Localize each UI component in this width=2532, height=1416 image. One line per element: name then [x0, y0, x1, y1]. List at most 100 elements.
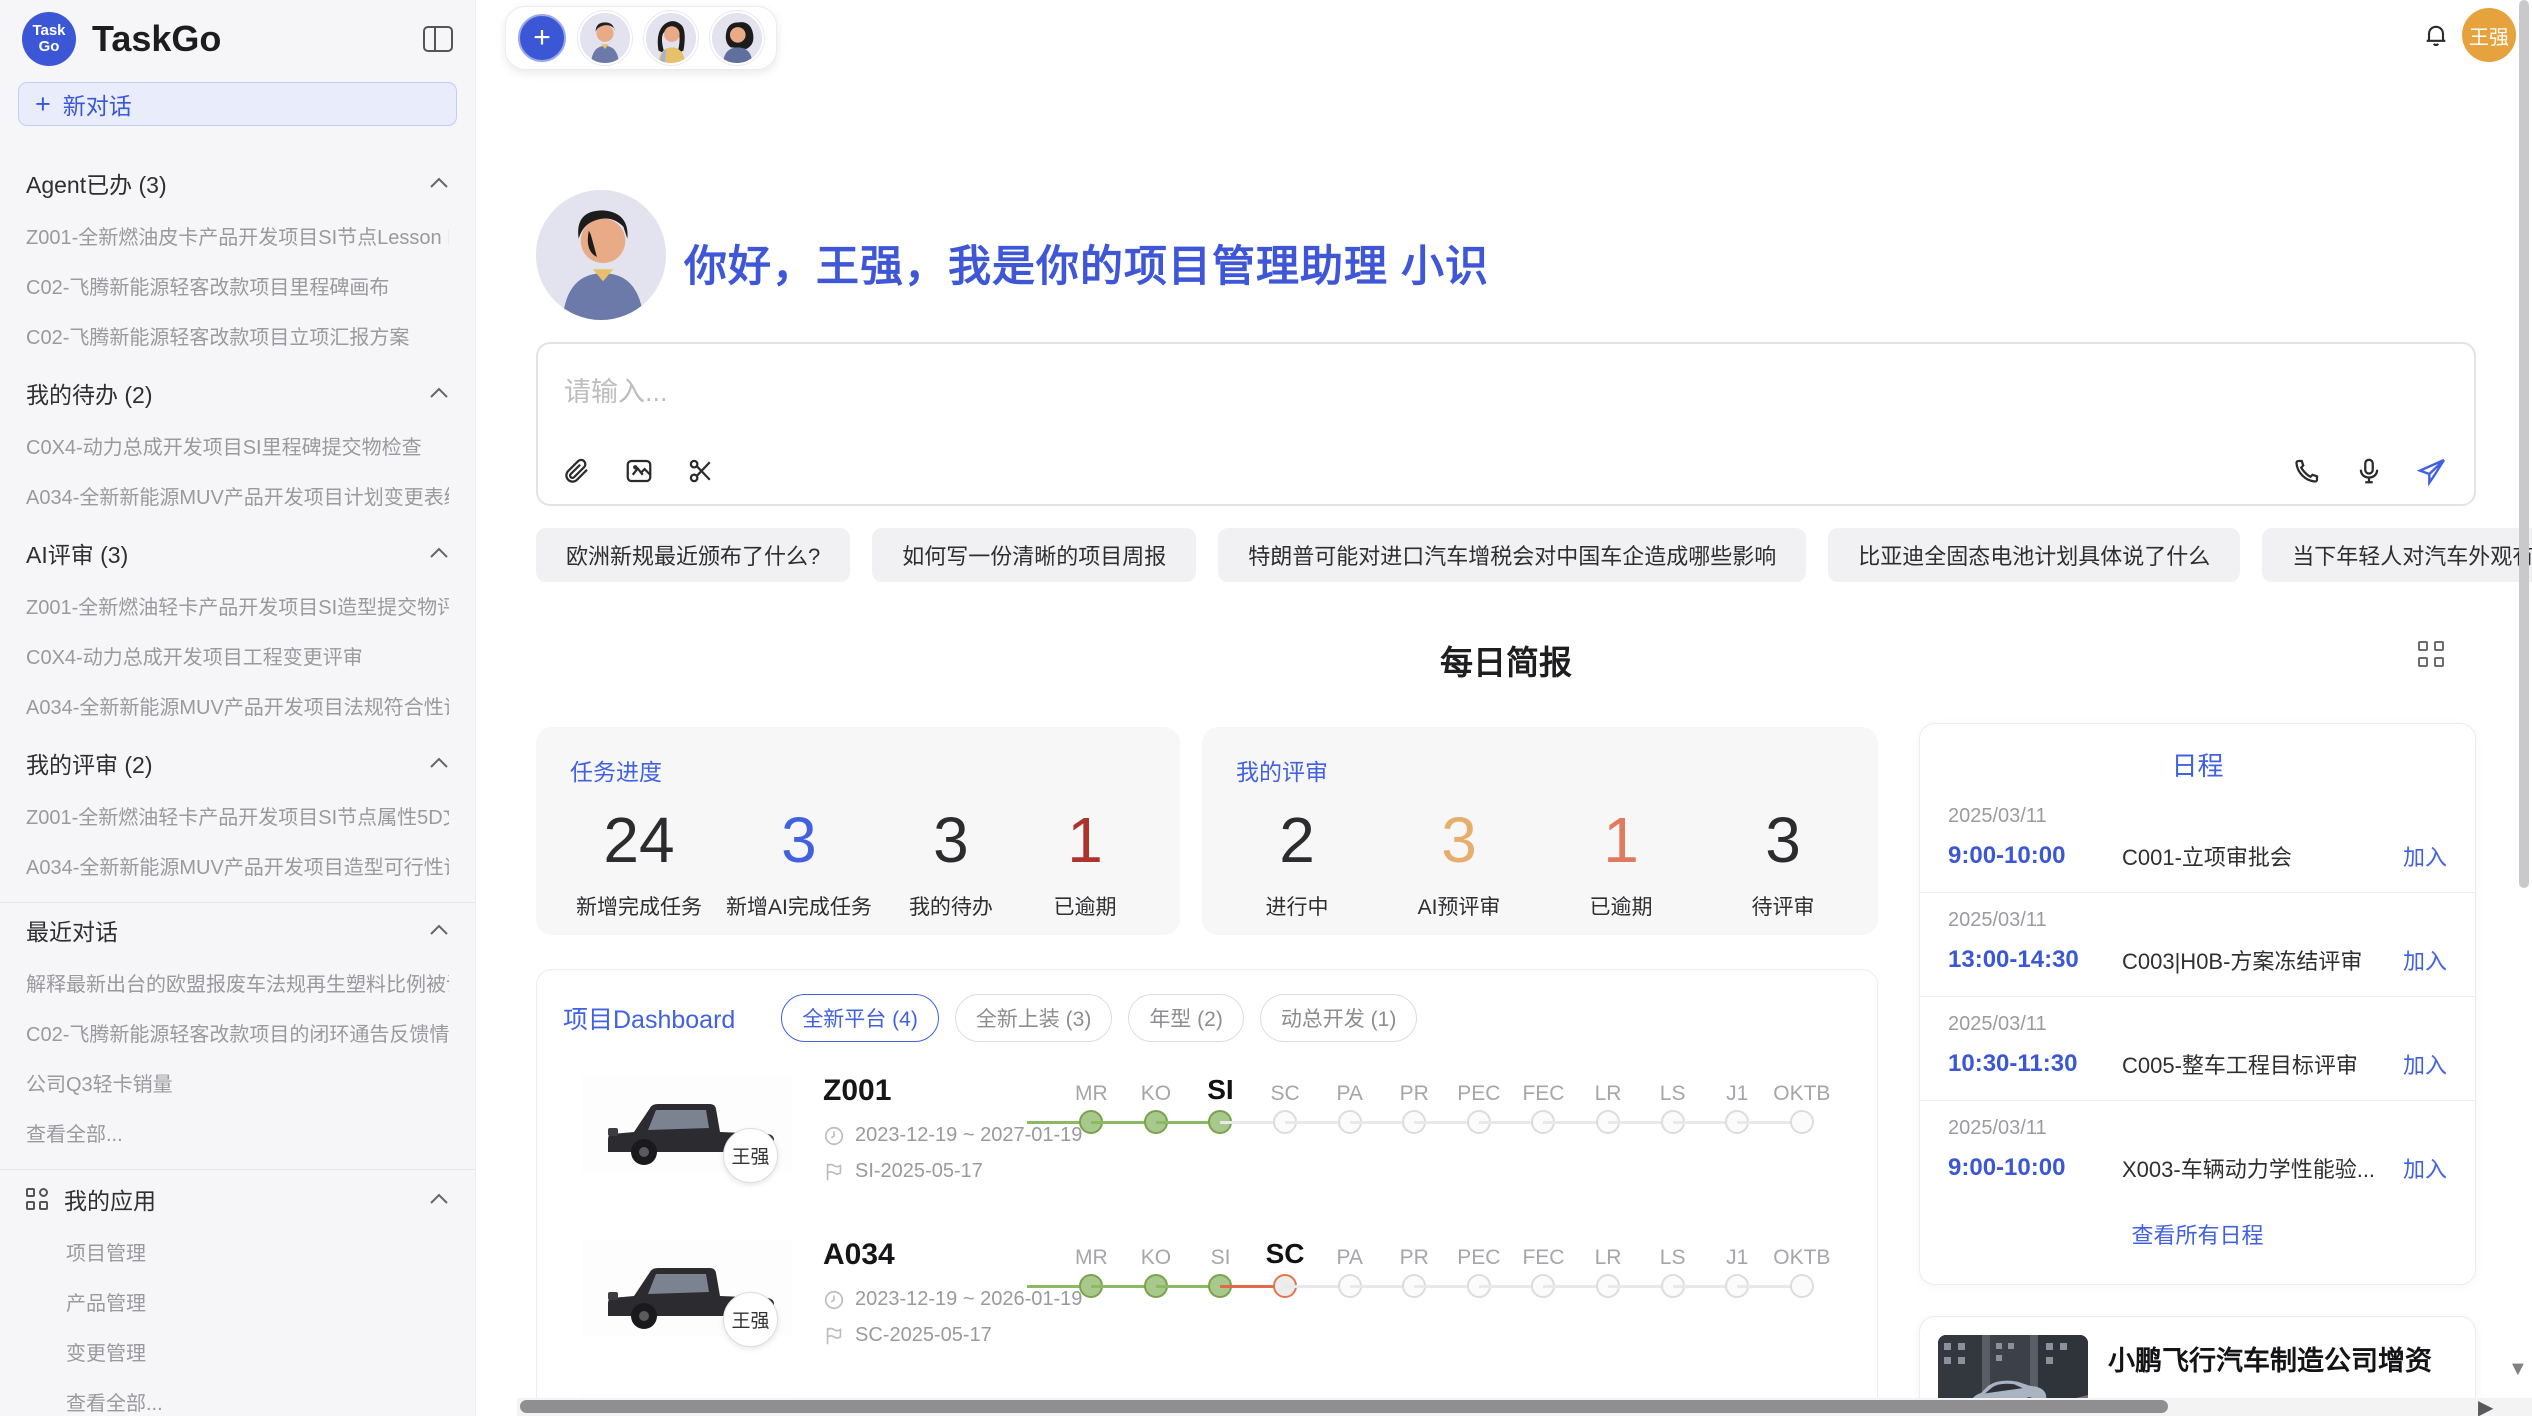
- app-item[interactable]: 变更管理: [26, 1337, 449, 1366]
- dashboard-tabs: 全新平台 (4) 全新上装 (3) 年型 (2) 动总开发 (1): [781, 994, 1417, 1042]
- dashboard-filter-tab[interactable]: 年型 (2): [1128, 994, 1244, 1042]
- sidebar-task-item[interactable]: A034-全新新能源MUV产品开发项目计划变更表编写: [26, 481, 449, 510]
- milestone-rail: [1447, 1270, 1512, 1306]
- milestone: PR: [1382, 1232, 1447, 1306]
- date-range-text: 2023-12-19 ~ 2026-01-19: [855, 1288, 1082, 1311]
- stat-label: AI预评审: [1404, 891, 1514, 921]
- scroll-down-arrow[interactable]: ▼: [2508, 1358, 2528, 1381]
- session-switcher: +: [505, 6, 777, 70]
- dashboard-filter-tab[interactable]: 全新上装 (3): [955, 994, 1113, 1042]
- schedule-event-name: X003-车辆动力学性能验...: [2122, 1152, 2403, 1184]
- assistant-greeting: 你好，王强，我是你的项目管理助理 小识: [684, 232, 1489, 294]
- dashboard-filter-tab[interactable]: 全新平台 (4): [781, 994, 939, 1042]
- project-row-z001[interactable]: 王强 Z001 2023-12-19 ~ 2027-01-19 SI-2025-…: [561, 1066, 1853, 1226]
- send-icon[interactable]: [2416, 456, 2448, 488]
- notification-bell-icon[interactable]: [2422, 20, 2450, 50]
- milestone-rail: [1317, 1270, 1382, 1306]
- recent-chat-item[interactable]: 查看全部...: [26, 1118, 449, 1147]
- sidebar-collapse-icon[interactable]: [423, 26, 453, 52]
- app-item[interactable]: 查看全部...: [26, 1387, 449, 1416]
- image-icon[interactable]: [624, 456, 656, 488]
- section-title: 我的待办 (2): [26, 376, 153, 410]
- section-header[interactable]: 最近对话: [26, 913, 449, 947]
- milestone: FEC: [1511, 1068, 1576, 1142]
- stat-label: 我的待办: [896, 891, 1006, 921]
- schedule-time: 9:00-10:00: [1948, 842, 2098, 870]
- team-avatar-2[interactable]: [644, 11, 698, 65]
- my-review-card: 我的评审 2 进行中 3 AI预评审 1 已逾期 3: [1202, 727, 1878, 935]
- section-header[interactable]: AI评审 (3): [26, 536, 449, 570]
- recent-chat-item[interactable]: 公司Q3轻卡销量: [26, 1068, 449, 1097]
- project-row-a034[interactable]: 王强 A034 2023-12-19 ~ 2026-01-19 SC-2025-…: [561, 1230, 1853, 1390]
- suggestion-chip[interactable]: 当下年轻人对汽车外观有怎样的喜好趋势: [2262, 528, 2532, 582]
- stat-item: 3 我的待办: [896, 805, 1006, 921]
- sidebar-task-item[interactable]: Z001-全新燃油轻卡产品开发项目SI节点属性5D文件评审: [26, 801, 449, 830]
- task-progress-card: 任务进度 24 新增完成任务 3 新增AI完成任务 3 我的待办: [536, 727, 1180, 935]
- milestone-label: PEC: [1447, 1068, 1512, 1106]
- milestone-rail: [1253, 1106, 1318, 1142]
- sidebar-task-item[interactable]: A034-全新新能源MUV产品开发项目造型可行性评审: [26, 851, 449, 880]
- stat-label: 进行中: [1242, 891, 1352, 921]
- new-chat-button[interactable]: + 新对话: [18, 82, 457, 126]
- project-flag-milestone: SI-2025-05-17: [823, 1160, 983, 1183]
- view-all-schedule-link[interactable]: 查看所有日程: [1920, 1204, 2475, 1264]
- sidebar-task-item[interactable]: Z001-全新燃油皮卡产品开发项目SI节点Lesson Learn报告: [26, 221, 449, 250]
- team-avatar-3[interactable]: [710, 11, 764, 65]
- vertical-scrollbar-thumb[interactable]: [2519, 0, 2529, 888]
- app-items: 项目管理产品管理变更管理查看全部...: [26, 1237, 449, 1416]
- owner-name: 王强: [731, 1142, 769, 1169]
- section-header[interactable]: Agent已办 (3): [26, 166, 449, 200]
- recent-chat-item[interactable]: 解释最新出台的欧盟报废车法规再生塑料比例被调至15%...: [26, 968, 449, 997]
- sidebar-task-item[interactable]: Z001-全新燃油轻卡产品开发项目SI造型提交物评审: [26, 591, 449, 620]
- chevron-up-icon: [429, 757, 449, 769]
- app-item[interactable]: 产品管理: [26, 1287, 449, 1316]
- chat-input[interactable]: [538, 344, 2474, 436]
- suggestion-chip[interactable]: 如何写一份清晰的项目周报: [872, 528, 1196, 582]
- milestone-label: PEC: [1447, 1232, 1512, 1270]
- milestone-node[interactable]: [1790, 1274, 1814, 1298]
- attachment-icon[interactable]: [562, 456, 594, 488]
- horizontal-scrollbar-thumb[interactable]: [520, 1400, 2168, 1413]
- milestone-rail: [1511, 1106, 1576, 1142]
- section-header[interactable]: 我的待办 (2): [26, 376, 449, 410]
- phone-icon[interactable]: [2292, 456, 2324, 488]
- logo-line2: Go: [39, 39, 60, 55]
- milestone-node[interactable]: [1790, 1110, 1814, 1134]
- dashboard-filter-tab[interactable]: 动总开发 (1): [1260, 994, 1418, 1042]
- microphone-icon[interactable]: [2354, 456, 2386, 488]
- scissors-icon[interactable]: [686, 456, 718, 488]
- milestone-label: J1: [1705, 1232, 1770, 1270]
- my-apps-header[interactable]: 我的应用: [26, 1182, 449, 1216]
- schedule-event-name: C005-整车工程目标评审: [2122, 1048, 2403, 1080]
- milestone-track: MR KO: [1059, 1068, 1834, 1142]
- join-meeting-link[interactable]: 加入: [2403, 840, 2447, 872]
- milestone-label: SC: [1253, 1232, 1318, 1270]
- milestone-label: PR: [1382, 1232, 1447, 1270]
- recent-chat-item[interactable]: C02-飞腾新能源轻客改款项目的闭环通告反馈情况: [26, 1018, 449, 1047]
- stat-value: 3: [1728, 805, 1838, 875]
- join-meeting-link[interactable]: 加入: [2403, 1152, 2447, 1184]
- sidebar-task-item[interactable]: C0X4-动力总成开发项目SI里程碑提交物检查: [26, 431, 449, 460]
- suggestion-chip[interactable]: 特朗普可能对进口汽车增税会对中国车企造成哪些影响: [1218, 528, 1806, 582]
- add-session-button[interactable]: +: [518, 14, 566, 62]
- app-item[interactable]: 项目管理: [26, 1237, 449, 1266]
- sidebar-task-item[interactable]: C02-飞腾新能源轻客改款项目立项汇报方案: [26, 321, 449, 350]
- sidebar-task-item[interactable]: A034-全新新能源MUV产品开发项目法规符合性评审: [26, 691, 449, 720]
- stat-label: 已逾期: [1030, 891, 1140, 921]
- task-progress-title: 任务进度: [570, 753, 1146, 787]
- sidebar-task-item[interactable]: C02-飞腾新能源轻客改款项目里程碑画布: [26, 271, 449, 300]
- suggestion-chip[interactable]: 比亚迪全固态电池计划具体说了什么: [1828, 528, 2240, 582]
- stat-value: 1: [1566, 805, 1676, 875]
- milestone-label: MR: [1059, 1232, 1124, 1270]
- sidebar-task-item[interactable]: C0X4-动力总成开发项目工程变更评审: [26, 641, 449, 670]
- scroll-right-arrow[interactable]: ▶: [2478, 1395, 2493, 1416]
- layout-grid-icon[interactable]: [2418, 641, 2444, 667]
- join-meeting-link[interactable]: 加入: [2403, 944, 2447, 976]
- team-avatar-1[interactable]: [578, 11, 632, 65]
- milestone: LS: [1640, 1232, 1705, 1306]
- join-meeting-link[interactable]: 加入: [2403, 1048, 2447, 1080]
- current-user-avatar[interactable]: 王强: [2462, 8, 2516, 62]
- milestone: LR: [1576, 1232, 1641, 1306]
- section-header[interactable]: 我的评审 (2): [26, 746, 449, 780]
- suggestion-chip[interactable]: 欧洲新规最近颁布了什么?: [536, 528, 850, 582]
